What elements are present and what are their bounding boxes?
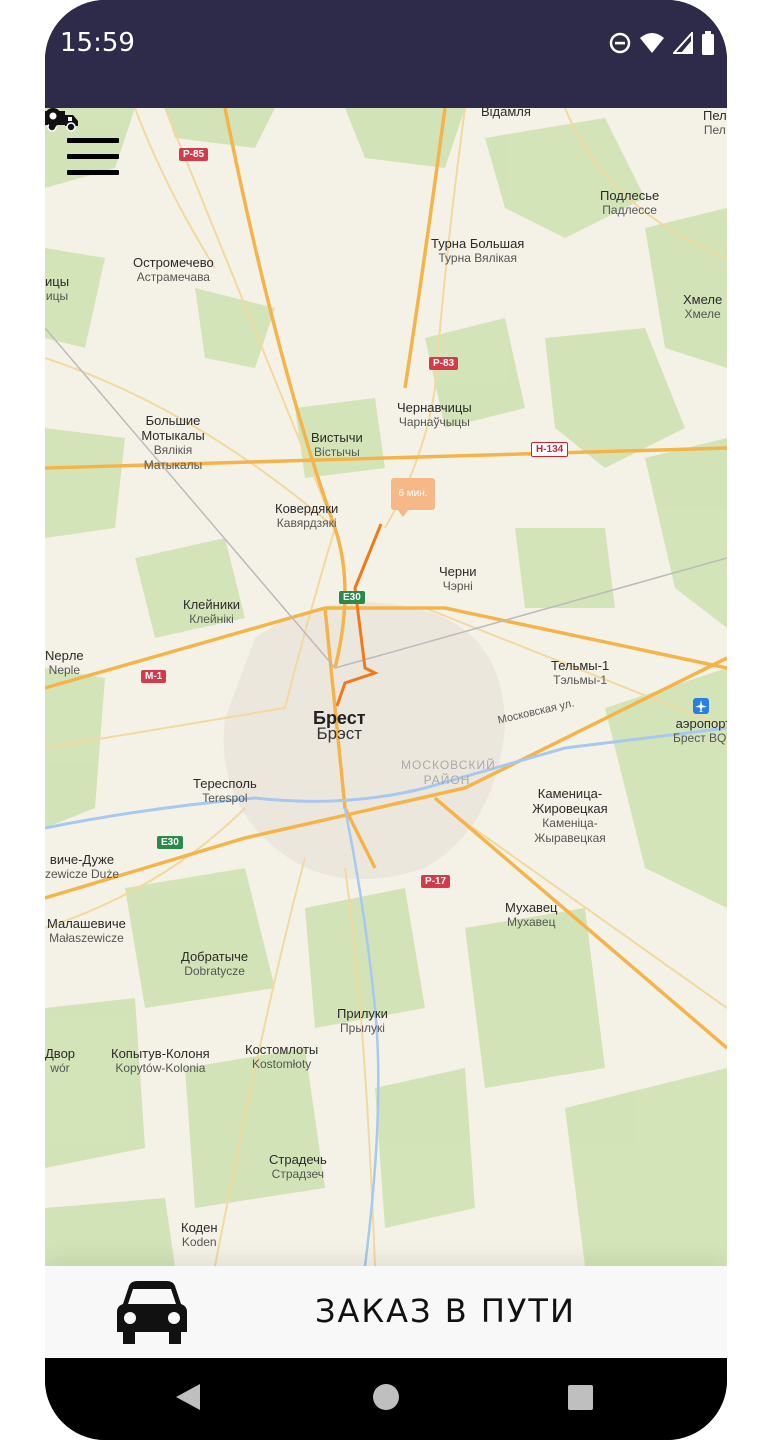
- road-badge: Р-83: [429, 357, 459, 370]
- city-label: Брест Брэст: [313, 708, 366, 743]
- place-label: Костомлоты Kostomłoty: [245, 1042, 319, 1071]
- location-pin-icon: [45, 108, 61, 130]
- place-label: Коден Koden: [181, 1220, 218, 1249]
- recents-button[interactable]: [568, 1385, 593, 1410]
- place-label: Двор wór: [45, 1046, 76, 1075]
- place-label: Чернавчицы Чарнаўчыцы: [397, 400, 472, 429]
- road-badge: Р-17: [421, 875, 451, 888]
- battery-icon: [702, 31, 714, 55]
- place-label: Черни Чэрні: [439, 564, 477, 593]
- home-button[interactable]: [373, 1384, 399, 1410]
- order-status-bar[interactable]: ЗАКАЗ В ПУТИ: [45, 1266, 727, 1358]
- navigation-bar: [45, 1358, 727, 1440]
- road-badge: Е30: [157, 836, 183, 849]
- phone-screen: 15:59 6 мин. Вiдамля Пел Пел Подлесье Па…: [45, 0, 727, 1440]
- place-label: аэропортБрест BQT: [673, 716, 727, 745]
- place-label: Копытув-Колоня Kopytów-Kolonia: [111, 1046, 210, 1075]
- menu-button[interactable]: [67, 138, 119, 178]
- status-bar: 15:59: [45, 0, 727, 108]
- place-label: Тересполь Terespol: [193, 776, 257, 805]
- dnd-icon: [609, 32, 631, 54]
- eta-bubble: 6 мин.: [391, 478, 435, 517]
- place-label: Клейники Клейнікі: [183, 597, 241, 626]
- back-icon[interactable]: [173, 1382, 203, 1412]
- place-label: Малашевичe Małaszewicze: [47, 916, 126, 945]
- place-label: Остромечево Астрамечава: [133, 255, 214, 284]
- place-label: Страдечь Страдзеч: [269, 1152, 327, 1181]
- place-label: Подлесье Падлессе: [600, 188, 660, 217]
- place-label: Добратыче Dobratycze: [181, 949, 249, 978]
- road-badge: Н-134: [531, 442, 569, 457]
- place-label: вичe-Дуже zewicze Duże: [45, 852, 120, 881]
- district-label: МОСКОВСКИЙ РАЙОН: [401, 758, 496, 787]
- menu-icon: [67, 138, 119, 175]
- place-label: Вистычи Вістычы: [311, 430, 363, 459]
- status-time: 15:59: [60, 28, 135, 58]
- place-label: Хмеле Хмеле: [683, 292, 723, 321]
- place-label: Мухавец Мухавец: [505, 900, 558, 929]
- place-label: Турна Большая Турна Вялікая: [431, 236, 525, 265]
- car-icon: [117, 1281, 187, 1344]
- road-badge: Р-85: [179, 148, 209, 161]
- road-badge: М-1: [141, 670, 167, 683]
- place-label: ицы ицы: [45, 274, 70, 303]
- place-label: Тельмы-1 Тэльмы-1: [551, 658, 610, 687]
- order-status-label: ЗАКАЗ В ПУТИ: [315, 1292, 576, 1330]
- airport-icon: [693, 698, 709, 714]
- place-label: Пел Пел: [703, 108, 727, 137]
- road-badge: Е30: [339, 591, 365, 604]
- place-label: Большие Мотыкалы Вялікія Матыкалы: [141, 413, 205, 472]
- place-label: Вiдамля: [481, 108, 531, 119]
- place-label: Nepле Neple: [45, 648, 84, 677]
- wifi-icon: [640, 33, 664, 53]
- signal-icon: [673, 32, 693, 54]
- map-view[interactable]: 6 мин. Вiдамля Пел Пел Подлесье Падлессе Т…: [45, 108, 727, 1266]
- status-icons: [609, 30, 715, 56]
- place-label: Прилуки Прылукі: [337, 1006, 388, 1035]
- place-label: Каменица-Жировецкая Каменіца-Жыравецкая: [532, 786, 608, 845]
- place-label: Ковердяки Кавярдзякі: [275, 501, 339, 530]
